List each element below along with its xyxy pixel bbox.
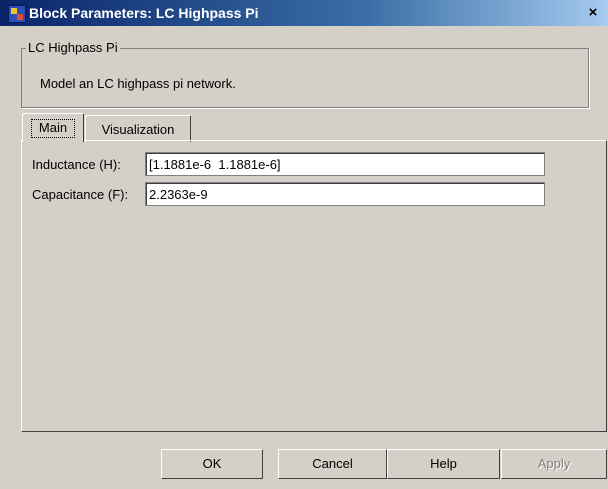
- ok-button[interactable]: OK: [161, 449, 263, 479]
- tab-visualization-label: Visualization: [101, 122, 175, 137]
- tab-main[interactable]: Main: [22, 113, 84, 142]
- group-description: Model an LC highpass pi network.: [40, 76, 236, 91]
- group-title: LC Highpass Pi: [26, 40, 120, 55]
- help-button[interactable]: Help: [387, 449, 500, 479]
- tab-main-label: Main: [38, 120, 68, 135]
- inductance-field[interactable]: [145, 152, 545, 176]
- apply-button: Apply: [501, 449, 607, 479]
- block-icon: [8, 5, 26, 23]
- close-icon[interactable]: ×: [582, 3, 604, 22]
- capacitance-label: Capacitance (F):: [32, 187, 129, 202]
- window-title: Block Parameters: LC Highpass Pi: [29, 5, 259, 21]
- title-bar: Block Parameters: LC Highpass Pi ×: [0, 0, 608, 26]
- tab-visualization[interactable]: Visualization: [85, 115, 191, 142]
- inductance-label: Inductance (H):: [32, 157, 121, 172]
- capacitance-field[interactable]: [145, 182, 545, 206]
- cancel-button[interactable]: Cancel: [278, 449, 387, 479]
